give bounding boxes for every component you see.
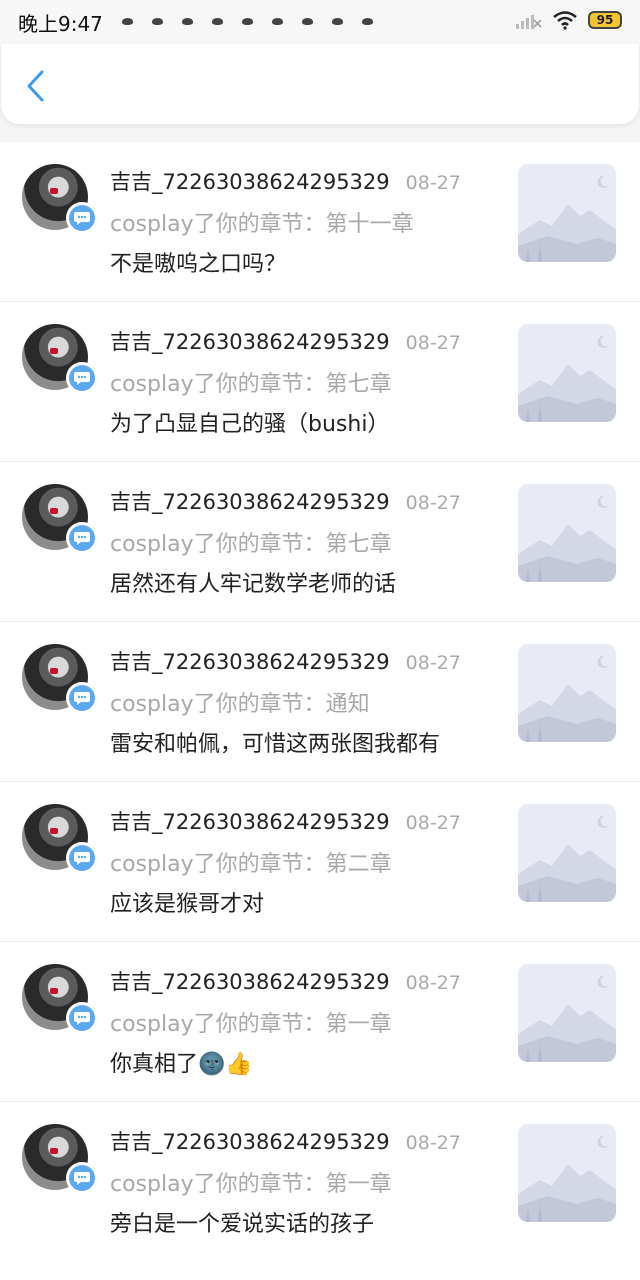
signal-icon — [516, 11, 542, 29]
chapter-thumbnail[interactable] — [518, 164, 616, 262]
chapter-text[interactable]: cosplay了你的章节：通知 — [110, 686, 370, 718]
mountain-placeholder-icon — [518, 484, 616, 582]
chat-bubble-icon — [74, 212, 90, 225]
comment-badge — [66, 1162, 98, 1194]
notification-icon — [299, 16, 317, 28]
name-line: 吉吉_72263038624295329 08-27 — [110, 1126, 461, 1156]
date: 08-27 — [405, 332, 461, 354]
comment-list: 吉吉_72263038624295329 08-27 cosplay了你的章节：… — [0, 142, 640, 1262]
comment-badge — [66, 1002, 98, 1034]
date: 08-27 — [405, 652, 461, 674]
date: 08-27 — [405, 172, 461, 194]
chat-bubble-icon — [74, 1172, 90, 1185]
chapter-text[interactable]: cosplay了你的章节：第一章 — [110, 1006, 392, 1038]
list-item[interactable]: 吉吉_72263038624295329 08-27 cosplay了你的章节：… — [0, 142, 640, 302]
notification-icons — [119, 16, 377, 28]
comment-badge — [66, 842, 98, 874]
date: 08-27 — [405, 972, 461, 994]
mountain-placeholder-icon — [518, 164, 616, 262]
comment-badge — [66, 522, 98, 554]
username[interactable]: 吉吉_72263038624295329 — [110, 646, 390, 676]
username[interactable]: 吉吉_72263038624295329 — [110, 1126, 390, 1156]
list-item[interactable]: 吉吉_72263038624295329 08-27 cosplay了你的章节：… — [0, 942, 640, 1102]
name-line: 吉吉_72263038624295329 08-27 — [110, 806, 461, 836]
username[interactable]: 吉吉_72263038624295329 — [110, 966, 390, 996]
back-button[interactable] — [17, 66, 53, 106]
notification-icon — [119, 16, 137, 28]
chapter-thumbnail[interactable] — [518, 644, 616, 742]
list-item[interactable]: 吉吉_72263038624295329 08-27 cosplay了你的章节：… — [0, 622, 640, 782]
name-line: 吉吉_72263038624295329 08-27 — [110, 646, 461, 676]
mountain-placeholder-icon — [518, 804, 616, 902]
comment-text[interactable]: 雷安和帕佩，可惜这两张图我都有 — [110, 726, 440, 758]
name-line: 吉吉_72263038624295329 08-27 — [110, 966, 461, 996]
mountain-placeholder-icon — [518, 644, 616, 742]
date: 08-27 — [405, 812, 461, 834]
list-item[interactable]: 吉吉_72263038624295329 08-27 cosplay了你的章节：… — [0, 782, 640, 942]
comment-text[interactable]: 居然还有人牢记数学老师的话 — [110, 566, 396, 598]
name-line: 吉吉_72263038624295329 08-27 — [110, 166, 461, 196]
date: 08-27 — [405, 492, 461, 514]
comment-text[interactable]: 为了凸显自己的骚（bushi） — [110, 406, 389, 438]
mountain-placeholder-icon — [518, 324, 616, 422]
status-right: 95 — [516, 10, 622, 30]
comment-badge — [66, 362, 98, 394]
comment-text[interactable]: 你真相了🌚👍 — [110, 1046, 253, 1078]
comment-text[interactable]: 旁白是一个爱说实话的孩子 — [110, 1206, 374, 1238]
mountain-placeholder-icon — [518, 1124, 616, 1222]
wifi-icon — [552, 10, 578, 30]
comment-text[interactable]: 应该是猴哥才对 — [110, 886, 264, 918]
notification-icon — [209, 16, 227, 28]
next-row-peek — [0, 1256, 640, 1280]
notification-icon — [359, 16, 377, 28]
name-line: 吉吉_72263038624295329 08-27 — [110, 326, 461, 356]
battery-indicator: 95 — [588, 11, 622, 29]
chapter-text[interactable]: cosplay了你的章节：第二章 — [110, 846, 392, 878]
chat-bubble-icon — [74, 532, 90, 545]
chapter-thumbnail[interactable] — [518, 324, 616, 422]
list-item[interactable]: 吉吉_72263038624295329 08-27 cosplay了你的章节：… — [0, 1102, 640, 1262]
chapter-text[interactable]: cosplay了你的章节：第一章 — [110, 1166, 392, 1198]
top-header — [0, 44, 640, 125]
chapter-thumbnail[interactable] — [518, 964, 616, 1062]
comment-text[interactable]: 不是嗷呜之口吗？ — [110, 246, 286, 278]
notification-icon — [329, 16, 347, 28]
mountain-placeholder-icon — [518, 964, 616, 1062]
chapter-text[interactable]: cosplay了你的章节：第七章 — [110, 526, 392, 558]
username[interactable]: 吉吉_72263038624295329 — [110, 806, 390, 836]
list-item[interactable]: 吉吉_72263038624295329 08-27 cosplay了你的章节：… — [0, 302, 640, 462]
comment-badge — [66, 682, 98, 714]
chapter-thumbnail[interactable] — [518, 484, 616, 582]
chat-bubble-icon — [74, 692, 90, 705]
username[interactable]: 吉吉_72263038624295329 — [110, 166, 390, 196]
chapter-thumbnail[interactable] — [518, 804, 616, 902]
notification-icon — [269, 16, 287, 28]
notification-icon — [239, 16, 257, 28]
username[interactable]: 吉吉_72263038624295329 — [110, 326, 390, 356]
list-item[interactable]: 吉吉_72263038624295329 08-27 cosplay了你的章节：… — [0, 462, 640, 622]
chevron-left-icon — [27, 70, 44, 102]
chapter-text[interactable]: cosplay了你的章节：第七章 — [110, 366, 392, 398]
comment-badge — [66, 202, 98, 234]
status-time: 晚上9:47 — [18, 11, 103, 36]
name-line: 吉吉_72263038624295329 08-27 — [110, 486, 461, 516]
chat-bubble-icon — [74, 1012, 90, 1025]
chapter-thumbnail[interactable] — [518, 1124, 616, 1222]
notification-icon — [149, 16, 167, 28]
chapter-text[interactable]: cosplay了你的章节：第十一章 — [110, 206, 414, 238]
chat-bubble-icon — [74, 852, 90, 865]
chat-bubble-icon — [74, 372, 90, 385]
date: 08-27 — [405, 1132, 461, 1154]
username[interactable]: 吉吉_72263038624295329 — [110, 486, 390, 516]
notification-icon — [179, 16, 197, 28]
status-bar: 晚上9:47 95 — [0, 0, 640, 44]
